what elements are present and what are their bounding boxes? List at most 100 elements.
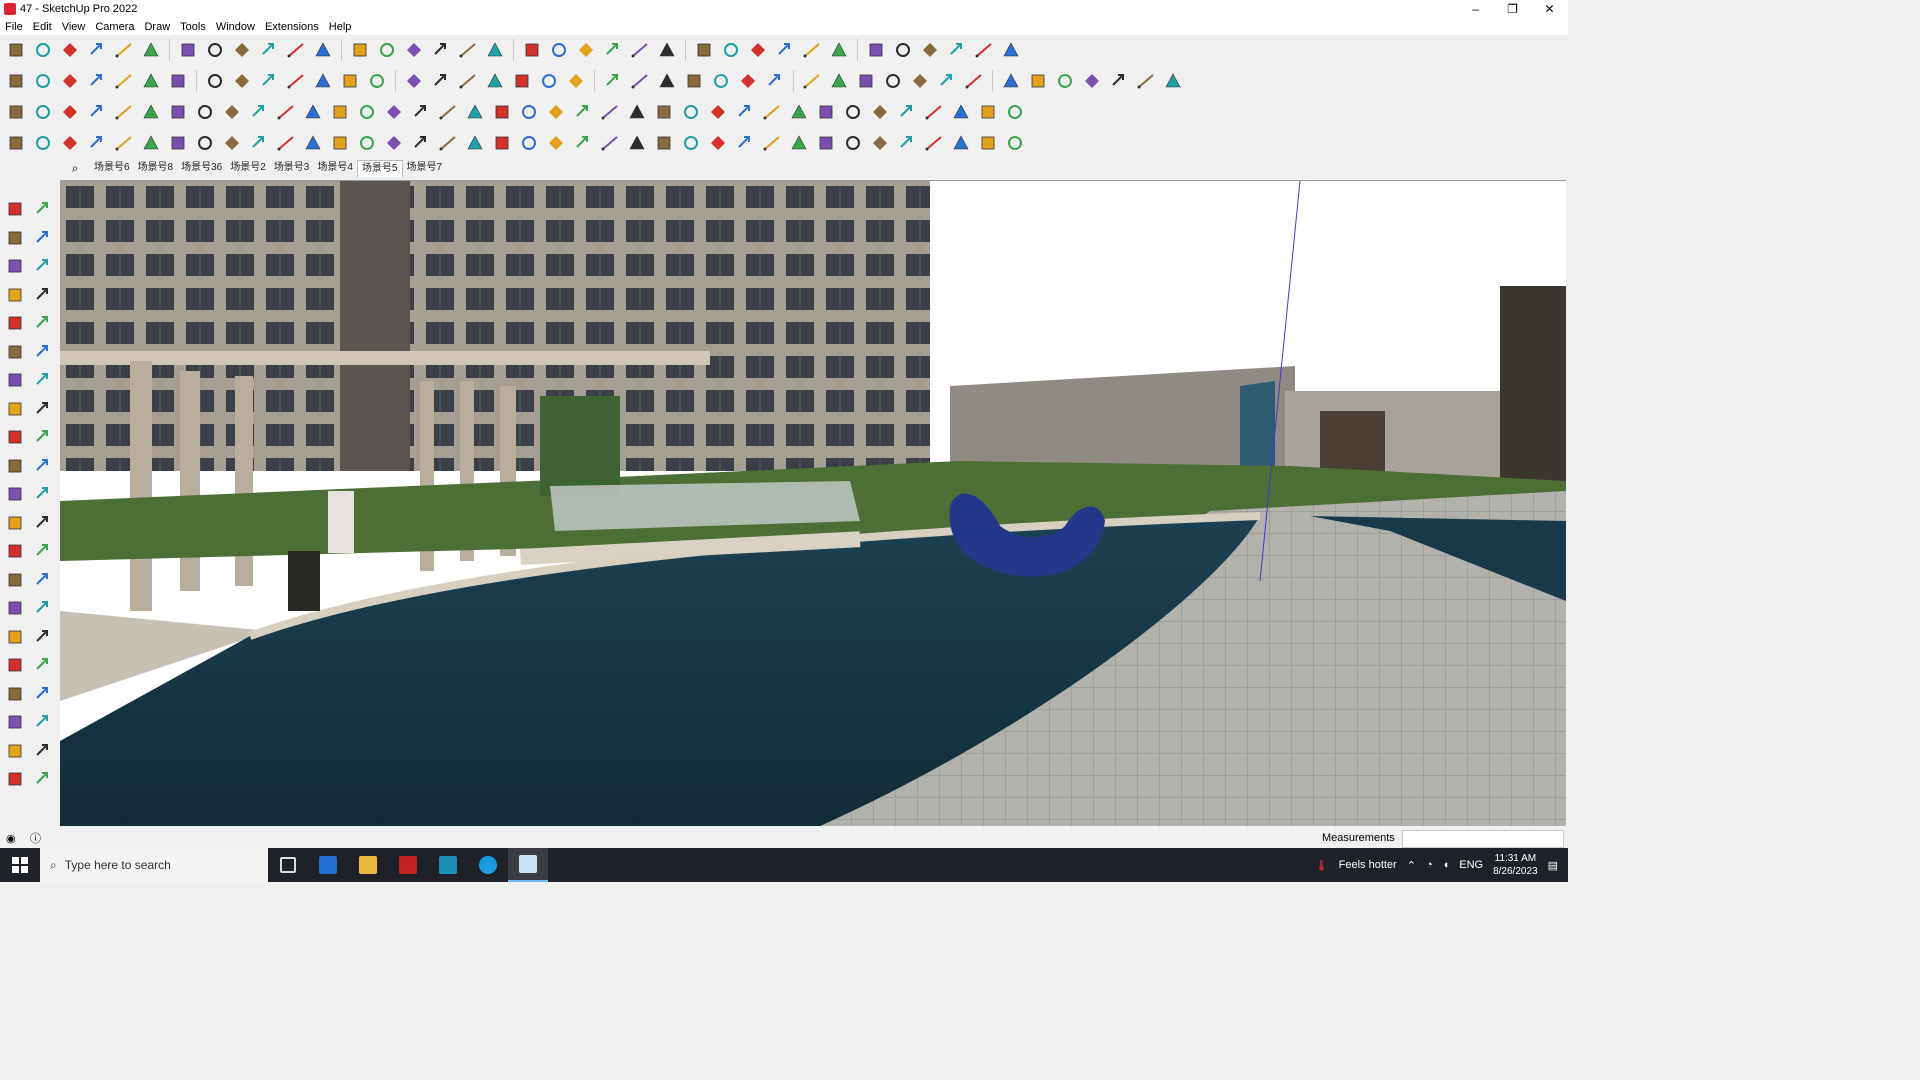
ruby-icon[interactable] (203, 38, 227, 62)
two-point-arc-tool-icon[interactable] (30, 367, 56, 393)
menu-edit[interactable]: Edit (28, 21, 57, 33)
solid-tools-icon[interactable] (972, 38, 996, 62)
pencil-icon[interactable] (328, 100, 352, 124)
move-icon[interactable] (436, 100, 460, 124)
ruby-icon[interactable] (999, 69, 1023, 93)
axes-tool-icon[interactable] (2, 567, 28, 593)
info-icon[interactable]: ⓘ (30, 830, 41, 846)
styles-icon[interactable] (787, 100, 811, 124)
components-icon[interactable] (800, 69, 824, 93)
zoom-icon[interactable] (652, 100, 676, 124)
match-photo-icon[interactable] (112, 69, 136, 93)
text-icon[interactable] (564, 69, 588, 93)
export-icon[interactable] (1026, 69, 1050, 93)
rotate-icon[interactable] (483, 69, 507, 93)
close-button[interactable]: ✕ (1531, 0, 1568, 18)
ruby-icon[interactable] (193, 100, 217, 124)
sandbox-icon[interactable] (139, 131, 163, 155)
solid-tools-icon[interactable] (166, 131, 190, 155)
sandbox-icon[interactable] (945, 38, 969, 62)
zoom-icon[interactable] (692, 38, 716, 62)
maximize-button[interactable]: ❐ (1494, 0, 1531, 18)
acrobat-app-icon[interactable] (388, 848, 428, 882)
zoom-tool-icon[interactable] (2, 624, 28, 650)
taskbar-search[interactable]: ⌕ Type here to search (40, 848, 268, 882)
scene-tab[interactable]: 场景号36 (177, 160, 226, 176)
weather-icon[interactable]: 🌡 (1315, 859, 1329, 872)
rectangle-icon[interactable] (382, 100, 406, 124)
scale-icon[interactable] (490, 131, 514, 155)
move-tool-icon[interactable] (2, 424, 28, 450)
import-icon[interactable] (1053, 69, 1077, 93)
tape-icon[interactable] (537, 69, 561, 93)
eraser-icon[interactable] (1107, 69, 1131, 93)
scale-icon[interactable] (490, 100, 514, 124)
text-icon[interactable] (574, 38, 598, 62)
scene-search-icon[interactable]: ⌕ (60, 161, 90, 176)
layers-icon[interactable] (773, 38, 797, 62)
styles-icon[interactable] (31, 131, 55, 155)
shadow-icon[interactable] (58, 100, 82, 124)
match-photo-icon[interactable] (868, 100, 892, 124)
export-icon[interactable] (220, 131, 244, 155)
3d-text-tool-icon[interactable] (30, 567, 56, 593)
shadow-icon[interactable] (58, 38, 82, 62)
zoom-extents-tool-icon[interactable] (2, 652, 28, 678)
components-icon[interactable] (4, 38, 28, 62)
solid-tools-icon[interactable] (922, 100, 946, 124)
fog-icon[interactable] (85, 131, 109, 155)
paint-bucket-tool-icon[interactable] (2, 225, 28, 251)
task-view-button[interactable] (268, 848, 308, 882)
fog-icon[interactable] (841, 100, 865, 124)
menu-view[interactable]: View (57, 21, 91, 33)
weather-text[interactable]: Feels hotter (1339, 859, 1397, 871)
ruby-icon[interactable] (999, 38, 1023, 62)
layers-tool-icon[interactable] (2, 766, 28, 792)
ruby-icon[interactable] (203, 69, 227, 93)
export-icon[interactable] (976, 131, 1000, 155)
notifications-icon[interactable]: ▤ (1548, 859, 1558, 872)
push-pull-icon[interactable] (409, 100, 433, 124)
push-pull-icon[interactable] (429, 69, 453, 93)
scene-tab[interactable]: 场景号6 (90, 160, 134, 176)
fog-icon[interactable] (85, 38, 109, 62)
arc-icon[interactable] (365, 69, 389, 93)
line-tool-icon[interactable] (2, 282, 28, 308)
zoom-extents-icon[interactable] (719, 38, 743, 62)
move-icon[interactable] (456, 38, 480, 62)
import-icon[interactable] (257, 69, 281, 93)
eraser-icon[interactable] (311, 38, 335, 62)
edge-app-icon[interactable] (468, 848, 508, 882)
eraser-tool-icon[interactable] (30, 225, 56, 251)
components-icon[interactable] (4, 69, 28, 93)
rectangle-icon[interactable] (402, 69, 426, 93)
menu-draw[interactable]: Draw (139, 21, 175, 33)
sandbox-icon[interactable] (935, 69, 959, 93)
tape-icon[interactable] (517, 131, 541, 155)
clock[interactable]: 11:31 AM 8/26/2023 (1493, 852, 1538, 878)
rectangle-tool-icon[interactable] (2, 310, 28, 336)
arc-icon[interactable] (375, 38, 399, 62)
position-camera-tool-icon[interactable] (2, 681, 28, 707)
select-icon[interactable] (274, 131, 298, 155)
freehand-tool-icon[interactable] (30, 282, 56, 308)
push-pull-icon[interactable] (429, 38, 453, 62)
paint-icon[interactable] (601, 69, 625, 93)
rotated-rectangle-tool-icon[interactable] (30, 310, 56, 336)
select-tool-icon[interactable] (2, 196, 28, 222)
fog-icon[interactable] (841, 131, 865, 155)
rotate-icon[interactable] (483, 38, 507, 62)
section-display-tool-icon[interactable] (2, 738, 28, 764)
menu-file[interactable]: File (0, 21, 28, 33)
pan-tool-icon[interactable] (30, 595, 56, 621)
components-icon[interactable] (4, 100, 28, 124)
chevron-up-icon[interactable]: ⌃ (1407, 859, 1416, 872)
styles-icon[interactable] (31, 38, 55, 62)
export-icon[interactable] (220, 100, 244, 124)
eraser-icon[interactable] (301, 131, 325, 155)
volume-icon[interactable]: ◖ (1443, 859, 1450, 871)
pencil-icon[interactable] (328, 131, 352, 155)
scale-tool-icon[interactable] (2, 481, 28, 507)
components-icon[interactable] (4, 131, 28, 155)
eraser-icon[interactable] (311, 69, 335, 93)
